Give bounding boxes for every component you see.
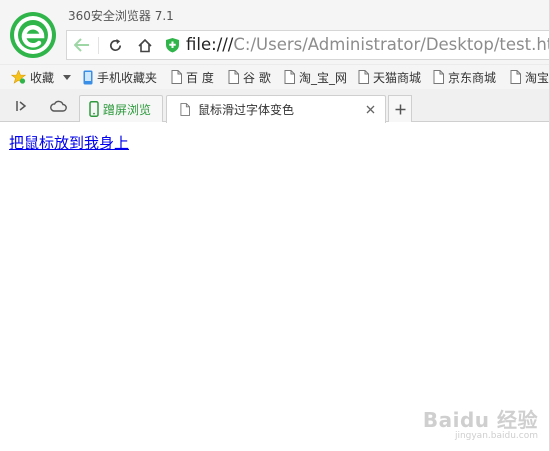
chevron-down-icon bbox=[63, 74, 72, 80]
page-icon bbox=[180, 103, 190, 116]
page-icon bbox=[228, 70, 239, 84]
tab-label: 蹭屏浏览 bbox=[103, 102, 152, 117]
sidebar-toggle-button[interactable] bbox=[8, 95, 34, 117]
close-icon bbox=[366, 105, 374, 113]
bookmark-label: 淘宝 bbox=[525, 70, 550, 85]
page-icon bbox=[433, 70, 444, 84]
page-icon bbox=[358, 70, 369, 84]
bookmark-taobao-2[interactable]: 淘宝 bbox=[510, 65, 549, 89]
watermark-main: Baidu 经验 bbox=[422, 408, 538, 432]
back-button[interactable] bbox=[67, 31, 97, 59]
bookmark-label: 淘_宝_网 bbox=[299, 70, 348, 85]
bookmark-label: 天猫商城 bbox=[373, 70, 422, 85]
new-tab-button[interactable] bbox=[388, 95, 412, 122]
bookmark-taobao[interactable]: 淘_宝_网 bbox=[284, 65, 347, 89]
bookmark-label: 谷 歌 bbox=[243, 70, 271, 85]
tab-screen-browse[interactable]: 蹭屏浏览 bbox=[79, 95, 163, 122]
bookmark-label: 收藏 bbox=[30, 70, 55, 85]
tab-label: 鼠标滑过字体变色 bbox=[198, 103, 295, 117]
refresh-button[interactable] bbox=[100, 31, 130, 59]
bookmark-label: 京东商城 bbox=[448, 70, 497, 85]
browser-chrome: 360安全浏览器 7.1 file:///C:/Users/Administra… bbox=[0, 0, 550, 64]
security-shield-button[interactable] bbox=[160, 31, 184, 59]
baidu-jingyan-watermark: Baidu 经验 jingyan.baidu.com bbox=[423, 404, 538, 441]
url-scheme: file:/// bbox=[186, 35, 234, 54]
url-path: C:/Users/Administrator/Desktop/test.html bbox=[233, 35, 550, 54]
back-arrow-icon bbox=[74, 38, 89, 52]
bookmark-baidu[interactable]: 百 度 bbox=[171, 65, 214, 89]
360-browser-logo-icon[interactable] bbox=[9, 11, 57, 59]
tab-strip: 蹭屏浏览 鼠标滑过字体变色 bbox=[0, 89, 550, 123]
bookmarks-bar: 收藏 手机收藏夹 百 度 谷 歌 淘_宝_网 天猫商城 京东商城 淘宝 bbox=[0, 64, 550, 89]
phone-icon bbox=[83, 70, 93, 84]
bookmark-label: 百 度 bbox=[186, 70, 214, 85]
url-field[interactable]: file:///C:/Users/Administrator/Desktop/t… bbox=[186, 31, 550, 59]
toolbar-divider bbox=[98, 37, 99, 54]
phone-icon bbox=[89, 101, 99, 117]
navigation-toolbar: file:///C:/Users/Administrator/Desktop/t… bbox=[66, 30, 550, 60]
page-icon bbox=[284, 70, 295, 84]
hover-link[interactable]: 把鼠标放到我身上 bbox=[9, 132, 129, 153]
window-title: 360安全浏览器 7.1 bbox=[68, 9, 174, 23]
cloud-icon bbox=[49, 100, 67, 112]
cloud-sync-button[interactable] bbox=[45, 95, 71, 117]
page-icon bbox=[171, 70, 182, 84]
star-icon bbox=[11, 70, 26, 84]
bookmark-label: 手机收藏夹 bbox=[97, 70, 158, 85]
bookmark-mobile[interactable]: 手机收藏夹 bbox=[83, 65, 157, 89]
shield-plus-icon bbox=[165, 38, 179, 53]
tab-active-page[interactable]: 鼠标滑过字体变色 bbox=[166, 95, 386, 123]
bookmark-favorites[interactable]: 收藏 bbox=[11, 65, 75, 89]
bookmark-google[interactable]: 谷 歌 bbox=[228, 65, 271, 89]
bookmark-tmall[interactable]: 天猫商城 bbox=[358, 65, 421, 89]
home-icon bbox=[138, 38, 152, 52]
page-icon bbox=[510, 70, 521, 84]
home-button[interactable] bbox=[130, 31, 160, 59]
bookmark-jd[interactable]: 京东商城 bbox=[433, 65, 496, 89]
plus-icon bbox=[395, 104, 405, 114]
sidebar-toggle-icon bbox=[16, 101, 27, 111]
tab-close-button[interactable] bbox=[363, 102, 377, 116]
refresh-icon bbox=[109, 38, 121, 51]
